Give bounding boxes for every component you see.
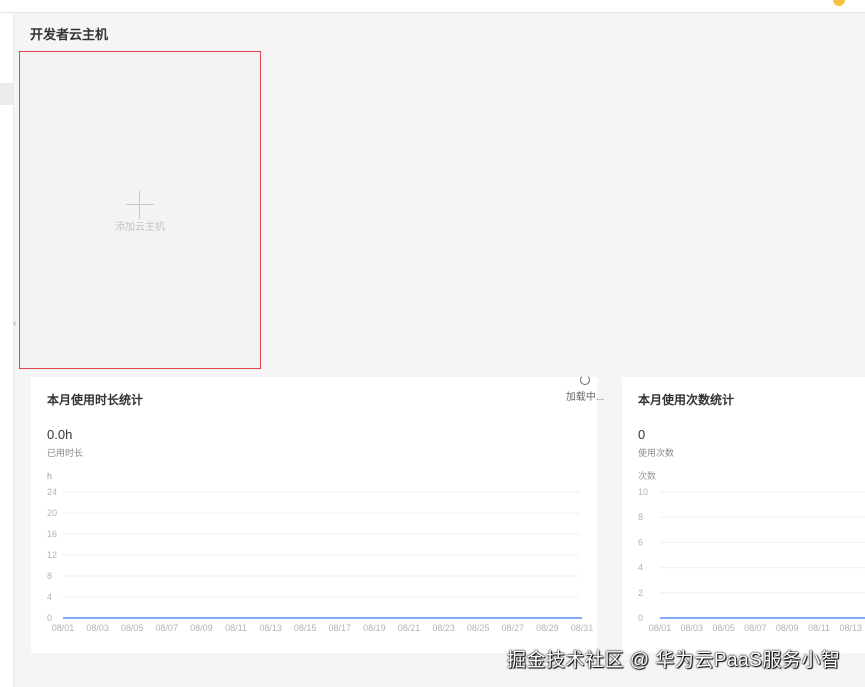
user-avatar[interactable] (833, 0, 845, 6)
side-navigation (0, 13, 14, 687)
usage-count-label: 使用次数 (638, 448, 675, 458)
watermark-text: 掘金技术社区 @ 华为云PaaS服务小智 (507, 650, 841, 671)
collapse-sidebar-icon[interactable]: ‹ (13, 318, 16, 329)
x-tick-label: 08/07 (744, 623, 767, 633)
x-tick-label: 08/17 (329, 623, 352, 633)
x-tick-label: 08/01 (649, 623, 672, 633)
loading-indicator: 加载中... (555, 375, 615, 403)
side-navigation-active-item[interactable] (0, 83, 13, 105)
add-cloud-host-label: 添加云主机 (115, 222, 165, 233)
loading-spinner-icon (580, 375, 590, 385)
x-tick-label: 08/27 (502, 623, 525, 633)
x-tick-label: 08/13 (259, 623, 282, 633)
x-tick-label: 08/15 (294, 623, 317, 633)
y-tick-label: 4 (47, 592, 52, 602)
x-tick-label: 08/11 (808, 623, 830, 633)
usage-duration-value: 0.0h (47, 427, 73, 442)
add-cloud-host-card[interactable]: 添加云主机 (19, 51, 261, 369)
x-tick-label: 08/13 (840, 623, 863, 633)
x-tick-label: 08/25 (467, 623, 490, 633)
y-tick-label: 24 (47, 487, 57, 497)
plus-icon (126, 191, 154, 219)
x-tick-label: 08/07 (156, 623, 179, 633)
x-tick-label: 08/05 (712, 623, 735, 633)
x-tick-label: 08/21 (398, 623, 421, 633)
x-tick-label: 08/05 (121, 623, 144, 633)
usage-count-value: 0 (638, 427, 646, 442)
usage-duration-title: 本月使用时长统计 (47, 393, 144, 407)
usage-duration-chart: h 0 4 8 12 16 20 24 08/01 08/03 08/05 08/07 08/09 08/… (47, 471, 594, 633)
usage-duration-label: 已用时长 (47, 448, 84, 458)
y-tick-label: 12 (47, 550, 57, 560)
usage-count-title: 本月使用次数统计 (638, 393, 735, 407)
y-axis-label: 次数 (638, 470, 656, 481)
x-tick-label: 08/09 (190, 623, 213, 633)
y-tick-label: 2 (638, 588, 643, 598)
y-tick-label: 20 (47, 508, 57, 518)
x-tick-label: 08/09 (776, 623, 799, 633)
x-tick-label: 08/23 (432, 623, 455, 633)
x-tick-label: 08/01 (52, 623, 75, 633)
y-tick-label: 6 (638, 537, 643, 547)
x-tick-label: 08/19 (363, 623, 386, 633)
y-tick-label: 10 (638, 487, 648, 497)
top-header-bar (0, 0, 865, 13)
usage-duration-panel: 本月使用时长统计 加载中... 0.0h 已用时长 h 0 4 8 12 16 20 24 08… (31, 375, 604, 653)
y-tick-label: 0 (47, 613, 52, 623)
x-tick-label: 08/03 (681, 623, 704, 633)
usage-count-chart: 次数 0 2 4 6 8 10 08/01 08/03 08/05 08/07 08/09 08/11 0… (638, 470, 865, 633)
x-tick-label: 08/11 (225, 623, 247, 633)
y-tick-label: 0 (638, 613, 643, 623)
x-tick-label: 08/31 (571, 623, 594, 633)
y-axis-label: h (47, 471, 52, 481)
y-tick-label: 16 (47, 529, 57, 539)
y-tick-label: 4 (638, 563, 643, 573)
loading-text: 加载中... (565, 392, 605, 403)
y-tick-label: 8 (638, 512, 643, 522)
x-tick-label: 08/29 (536, 623, 559, 633)
x-tick-label: 08/03 (86, 623, 109, 633)
usage-count-panel: 本月使用次数统计 0 使用次数 次数 0 2 4 6 8 10 08/01 08/03 08/05… (622, 377, 865, 653)
y-tick-label: 8 (47, 571, 52, 581)
section-title: 开发者云主机 (30, 27, 109, 42)
